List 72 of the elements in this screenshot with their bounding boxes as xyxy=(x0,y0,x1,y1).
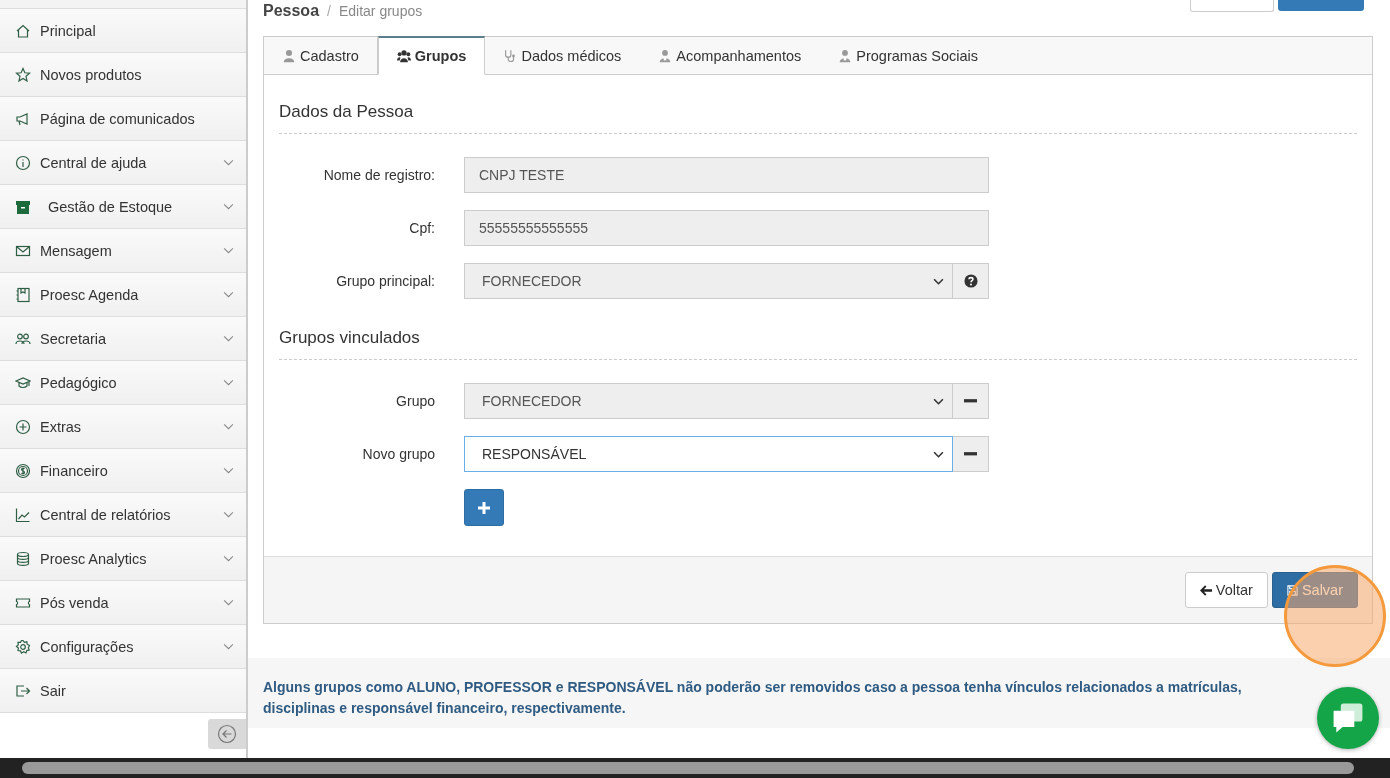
select-field[interactable]: RESPONSÁVEL xyxy=(464,436,953,472)
sidebar-item[interactable]: Proesc Agenda xyxy=(0,273,246,317)
tab[interactable]: Cadastro xyxy=(264,37,378,75)
remove-button[interactable] xyxy=(953,436,989,472)
breadcrumb-separator: / xyxy=(327,3,331,19)
sidebar-item[interactable]: Página de comunicados xyxy=(0,97,246,141)
horizontal-scrollbar[interactable] xyxy=(0,758,1390,778)
sidebar-item[interactable]: Mensagem xyxy=(0,229,246,273)
sidebar-item[interactable]: Proesc Analytics xyxy=(0,537,246,581)
exit-icon xyxy=(15,682,31,699)
chevron-down-icon xyxy=(933,450,944,458)
info-icon xyxy=(15,154,31,171)
archive-box-icon xyxy=(15,198,31,215)
chat-button[interactable] xyxy=(1317,687,1379,749)
select-field[interactable]: FORNECEDOR xyxy=(464,383,953,419)
tab[interactable]: Dados médicos xyxy=(485,37,641,75)
sidebar-item[interactable]: Central de ajuda xyxy=(0,141,246,185)
sidebar-item[interactable]: Secretaria xyxy=(0,317,246,361)
line-chart-icon xyxy=(15,506,31,523)
user-icon xyxy=(282,49,296,63)
field-label: Nome de registro: xyxy=(322,167,436,183)
megaphone-icon xyxy=(15,110,31,127)
field-label: Grupo principal: xyxy=(335,273,436,289)
notice-text: Alguns grupos como ALUNO, PROFESSOR e RESPONSÁVEL não poderão ser removidos caso a pessoa tenha vínculos relacionados a matrículas, disciplinas e responsável financeiro, respectivamente. xyxy=(263,678,1243,718)
field-label: Novo grupo xyxy=(361,446,436,462)
section-heading: Dados da Pessoa xyxy=(279,89,1357,134)
sidebar-item[interactable]: Pedagógico xyxy=(0,361,246,405)
add-group-button[interactable] xyxy=(464,489,504,526)
gear-icon xyxy=(15,638,31,655)
tab[interactable]: Acompanhamentos xyxy=(640,37,821,75)
sidebar-item[interactable]: Principal xyxy=(0,9,246,53)
chevron-down-icon xyxy=(933,397,944,405)
doctor-icon xyxy=(658,49,673,63)
minus-icon xyxy=(964,399,977,403)
users-icon xyxy=(396,49,411,63)
star-icon xyxy=(15,66,31,83)
dollar-coin-icon xyxy=(15,462,31,479)
doctor-icon xyxy=(838,49,853,63)
collapse-sidebar-button[interactable] xyxy=(208,719,246,749)
chevron-down-icon xyxy=(933,277,944,285)
stethoscope-icon xyxy=(503,49,518,63)
page-title: Pessoa xyxy=(263,2,320,20)
sidebar-item[interactable]: Central de relatórios xyxy=(0,493,246,537)
graduation-cap-icon xyxy=(15,374,31,391)
tab[interactable]: Programas Sociais xyxy=(820,37,997,75)
minus-icon xyxy=(964,452,977,456)
plus-icon xyxy=(478,501,490,514)
remove-button[interactable] xyxy=(953,383,989,419)
sidebar-item[interactable]: Gestão de Estoque xyxy=(0,185,246,229)
field-label: Grupo xyxy=(395,393,436,409)
sidebar-item[interactable]: Pós venda xyxy=(0,581,246,625)
notebook-icon xyxy=(15,286,31,303)
plus-circle-icon xyxy=(15,418,31,435)
tab[interactable]: Grupos xyxy=(377,36,486,75)
database-icon xyxy=(15,550,31,567)
sidebar-item[interactable]: Financeiro xyxy=(0,449,246,493)
home-icon xyxy=(15,22,31,39)
text-field[interactable]: 55555555555555 xyxy=(464,210,989,246)
section-heading: Grupos vinculados xyxy=(279,315,1357,360)
arrow-left-icon xyxy=(1199,584,1212,596)
back-button[interactable]: Voltar xyxy=(1184,572,1268,608)
arrow-left-circle-icon xyxy=(217,724,237,744)
sidebar-item[interactable]: Novos produtos xyxy=(0,53,246,97)
select-field[interactable]: FORNECEDOR xyxy=(464,263,953,299)
help-addon[interactable] xyxy=(953,263,989,299)
question-circle-icon xyxy=(963,274,978,288)
sidebar-item[interactable]: Configurações xyxy=(0,625,246,669)
field-label: Cpf: xyxy=(408,220,436,236)
sidebar-item[interactable]: Sair xyxy=(0,669,246,713)
page-subtitle: Editar grupos xyxy=(338,3,423,19)
text-field[interactable]: CNPJ TESTE xyxy=(464,157,989,193)
sidebar-item[interactable]: Extras xyxy=(0,405,246,449)
